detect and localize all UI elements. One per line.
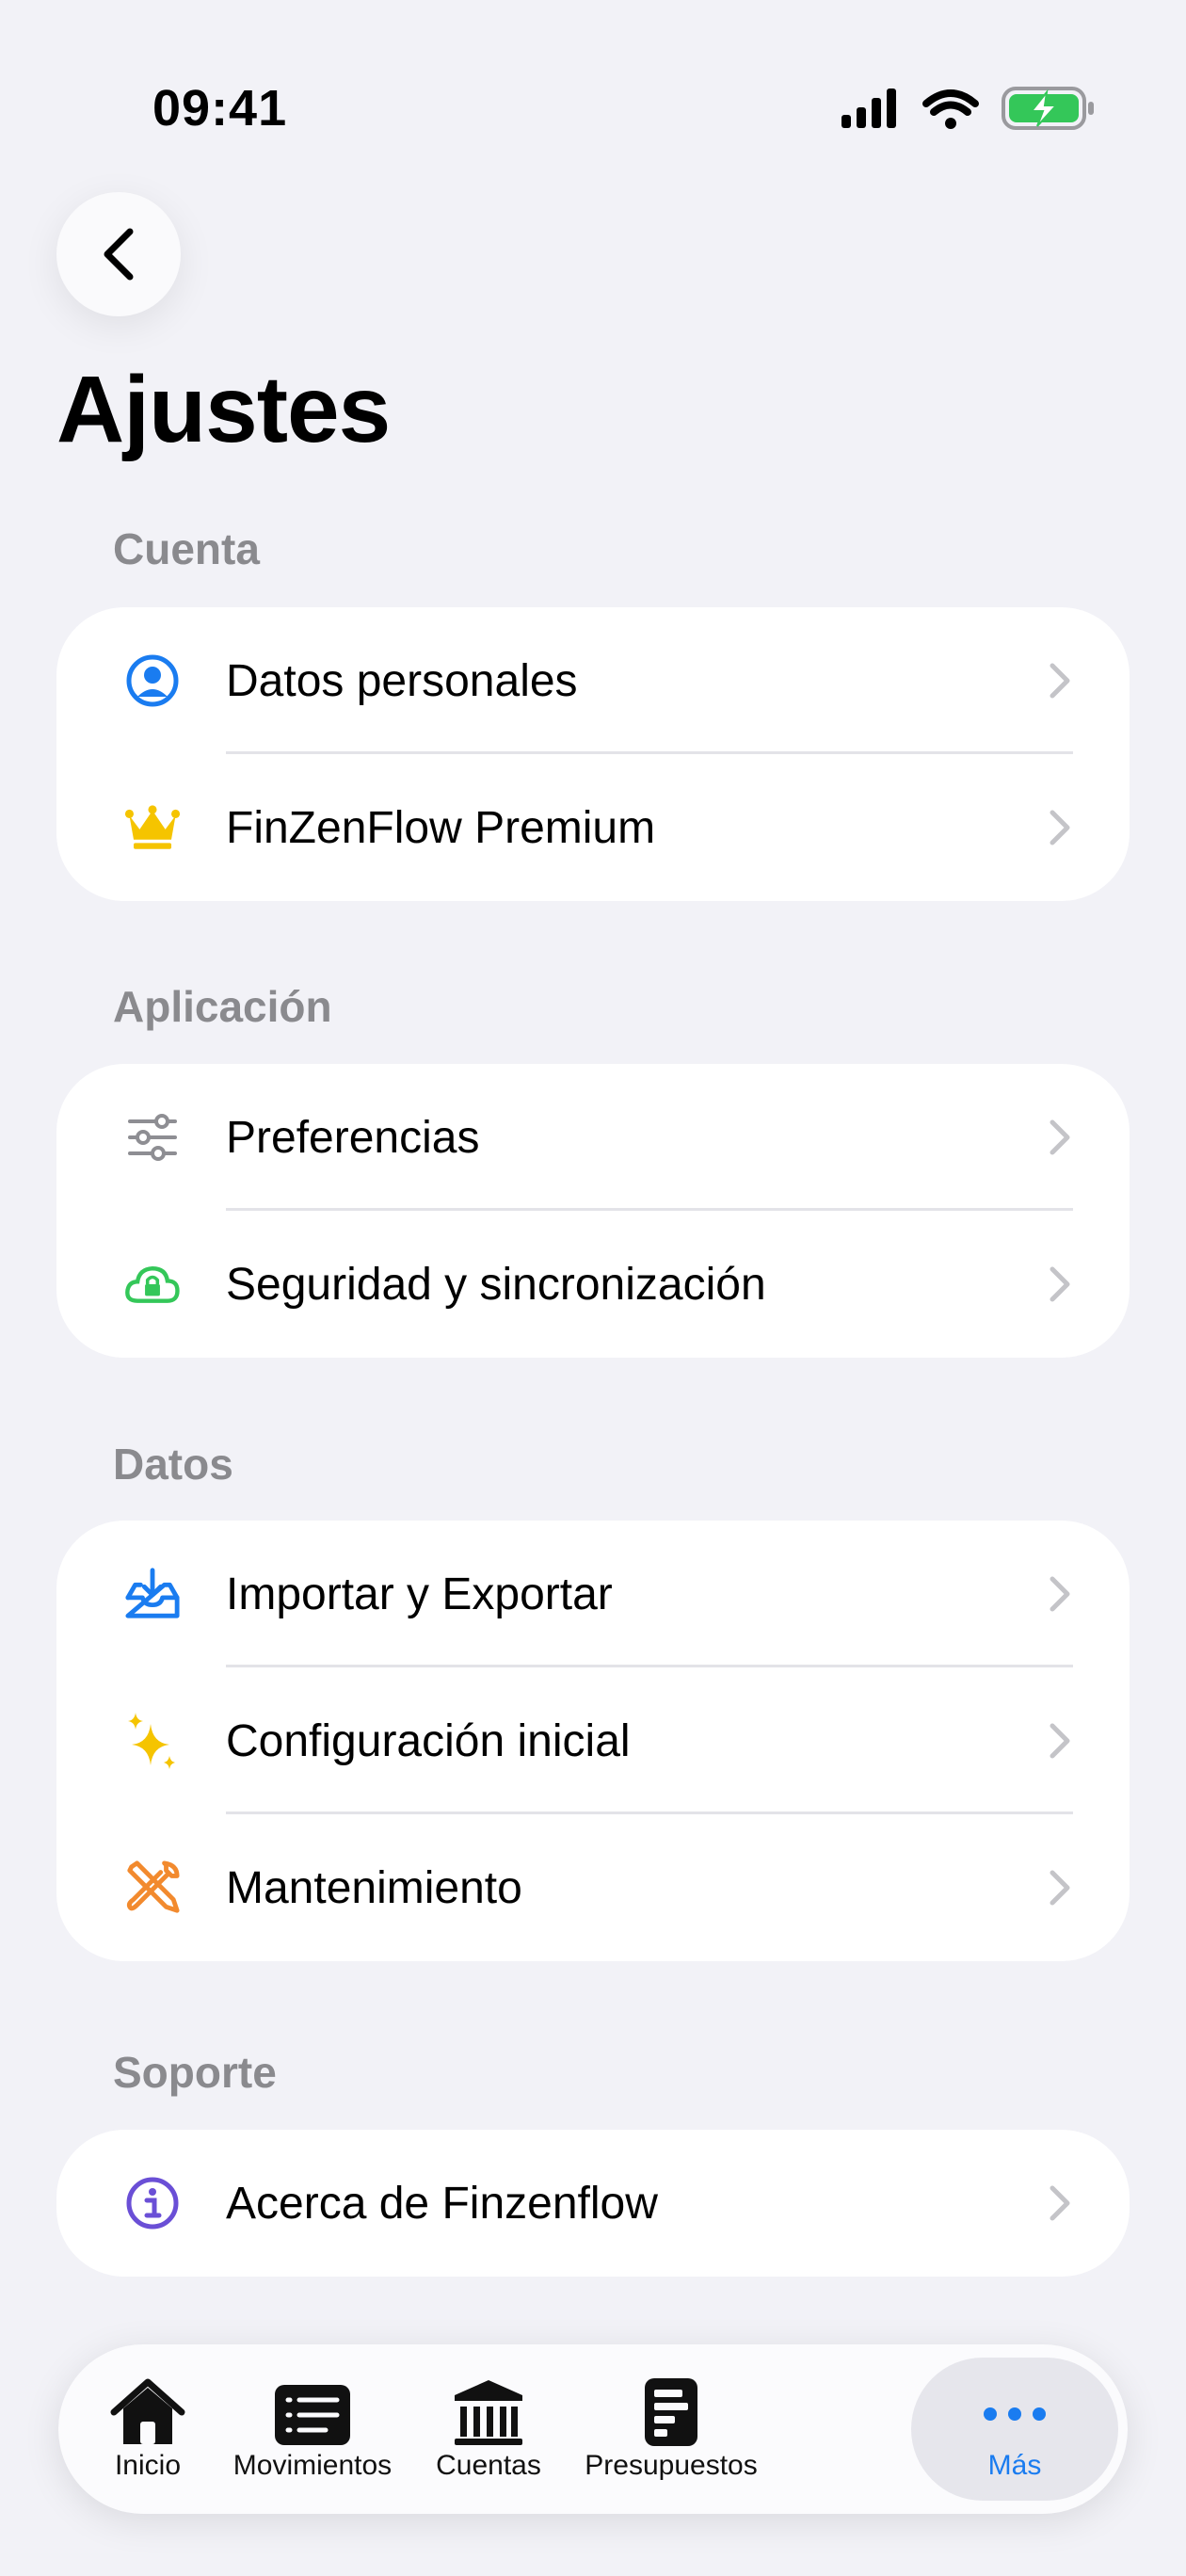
status-bar: 09:41: [0, 0, 1186, 188]
settings-row-label: Mantenimiento: [226, 1862, 522, 1913]
info-circle-icon: [124, 2175, 181, 2231]
settings-row-label: Configuración inicial: [226, 1715, 631, 1766]
settings-row-importar-exportar[interactable]: Importar y Exportar: [56, 1521, 1130, 1667]
chevron-right-icon: [1050, 810, 1070, 845]
settings-row-label: Acerca de Finzenflow: [226, 2178, 658, 2229]
tab-label: Presupuestos: [585, 2450, 758, 2481]
cloud-lock-icon: [124, 1256, 181, 1312]
chevron-right-icon: [1050, 1870, 1070, 1906]
section-title-soporte: Soporte: [113, 2048, 277, 2097]
settings-row-datos-personales[interactable]: Datos personales: [56, 607, 1130, 754]
person-circle-icon: [124, 652, 181, 709]
list-icon: [275, 2385, 350, 2445]
tab-presupuestos[interactable]: Presupuestos: [572, 2344, 770, 2514]
chevron-right-icon: [1050, 1266, 1070, 1302]
wifi-icon: [922, 89, 979, 129]
tray-download-icon: [124, 1566, 181, 1622]
house-icon: [110, 2378, 185, 2444]
more-dots-icon: [984, 2407, 1046, 2421]
chevron-right-icon: [1050, 1119, 1070, 1155]
back-button[interactable]: [56, 192, 181, 316]
bank-icon: [455, 2380, 522, 2445]
section-card-cuenta: Datos personales FinZenFlow Premium: [56, 607, 1130, 901]
section-card-soporte: Acerca de Finzenflow: [56, 2130, 1130, 2277]
chevron-right-icon: [1050, 1723, 1070, 1759]
battery-charging-icon: [1002, 87, 1094, 130]
settings-row-label: Importar y Exportar: [226, 1569, 613, 1619]
tab-cuentas[interactable]: Cuentas: [418, 2344, 559, 2514]
crown-icon: [124, 799, 181, 856]
tab-bar: Inicio Movimientos Cuentas Presupuestos …: [58, 2344, 1128, 2514]
tab-label: Más: [987, 2450, 1042, 2481]
settings-row-preferencias[interactable]: Preferencias: [56, 1064, 1130, 1211]
settings-row-acerca-de[interactable]: Acerca de Finzenflow: [56, 2130, 1130, 2277]
tab-label: Inicio: [114, 2450, 182, 2481]
section-card-datos: Importar y Exportar Configuración inicia…: [56, 1521, 1130, 1961]
budget-doc-icon: [645, 2378, 697, 2446]
chevron-right-icon: [1050, 2185, 1070, 2221]
tab-label: Cuentas: [436, 2450, 541, 2481]
settings-row-label: FinZenFlow Premium: [226, 802, 656, 853]
chevron-right-icon: [1050, 1576, 1070, 1612]
tab-mas[interactable]: Más: [911, 2344, 1118, 2514]
section-title-datos: Datos: [113, 1440, 233, 1489]
tab-movimientos[interactable]: Movimientos: [218, 2344, 407, 2514]
tools-icon: [124, 1860, 181, 1916]
sparkles-icon: [124, 1713, 181, 1769]
status-icons: [841, 87, 1094, 130]
settings-row-seguridad[interactable]: Seguridad y sincronización: [56, 1211, 1130, 1358]
settings-row-configuracion-inicial[interactable]: Configuración inicial: [56, 1667, 1130, 1814]
section-card-aplicacion: Preferencias Seguridad y sincronización: [56, 1064, 1130, 1358]
settings-row-mantenimiento[interactable]: Mantenimiento: [56, 1814, 1130, 1961]
chevron-left-icon: [104, 228, 134, 281]
section-title-aplicacion: Aplicación: [113, 982, 332, 1031]
tab-label: Movimientos: [232, 2450, 393, 2481]
section-title-cuenta: Cuenta: [113, 524, 260, 573]
settings-row-label: Seguridad y sincronización: [226, 1259, 766, 1310]
page-title: Ajustes: [56, 357, 391, 462]
cellular-signal-icon: [841, 89, 896, 128]
sliders-icon: [124, 1109, 181, 1166]
settings-row-label: Preferencias: [226, 1112, 480, 1163]
settings-row-label: Datos personales: [226, 655, 578, 706]
tab-inicio[interactable]: Inicio: [77, 2344, 218, 2514]
settings-row-premium[interactable]: FinZenFlow Premium: [56, 754, 1130, 901]
status-time: 09:41: [152, 80, 288, 137]
chevron-right-icon: [1050, 663, 1070, 699]
